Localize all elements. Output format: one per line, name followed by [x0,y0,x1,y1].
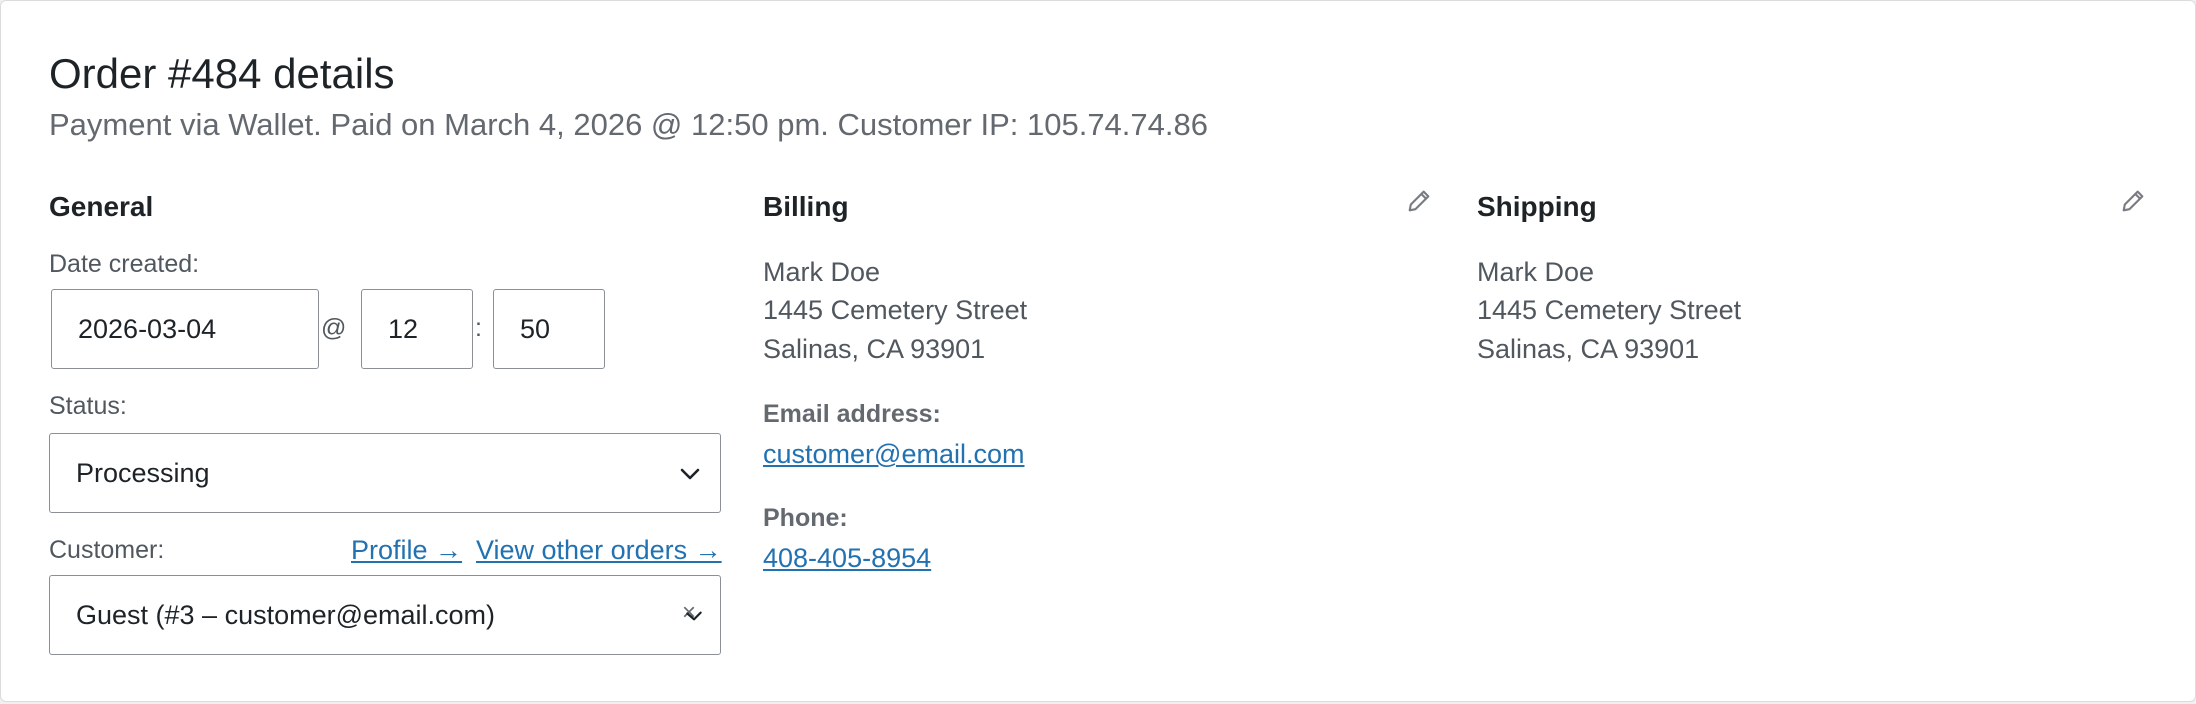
shipping-city-line: Salinas, CA 93901 [1477,334,1700,364]
view-other-orders-link[interactable]: View other orders → [476,533,722,567]
date-created-label: Date created: [49,250,200,278]
chevron-down-icon [686,611,702,621]
billing-heading: Billing [763,191,849,222]
customer-value: Guest (#3 – customer@email.com) [76,599,496,630]
hour-input[interactable]: 12 [361,289,473,369]
at-separator: @ [321,314,347,342]
profile-link[interactable]: Profile → [351,533,462,567]
pencil-icon[interactable] [2119,187,2147,215]
colon-separator: : [475,314,482,342]
email-label: Email address: [763,400,941,428]
billing-name: Mark Doe [763,257,881,287]
billing-city-line: Salinas, CA 93901 [763,334,986,364]
status-select[interactable]: Processing [49,433,721,513]
date-input[interactable]: 2026-03-04 [51,289,319,369]
billing-street: 1445 Cemetery Street [763,295,1028,325]
shipping-name: Mark Doe [1477,257,1595,287]
page-title: Order #484 details [49,50,395,97]
shipping-heading: Shipping [1477,191,1597,222]
phone-link[interactable]: 408-405-8954 [763,541,931,575]
minute-input[interactable]: 50 [493,289,605,369]
general-heading: General [49,191,154,222]
chevron-down-icon [680,468,700,480]
phone-label: Phone: [763,504,848,532]
order-subtitle: Payment via Wallet. Paid on March 4, 202… [49,107,1208,142]
email-link[interactable]: customer@email.com [763,437,1024,471]
status-value: Processing [76,457,210,488]
shipping-street: 1445 Cemetery Street [1477,295,1742,325]
pencil-icon[interactable] [1405,187,1433,215]
customer-select[interactable]: Guest (#3 – customer@email.com) × [49,575,721,655]
customer-label: Customer: [49,536,165,564]
status-label: Status: [49,392,127,420]
order-details-panel: Order #484 details Payment via Wallet. P… [0,0,2196,702]
